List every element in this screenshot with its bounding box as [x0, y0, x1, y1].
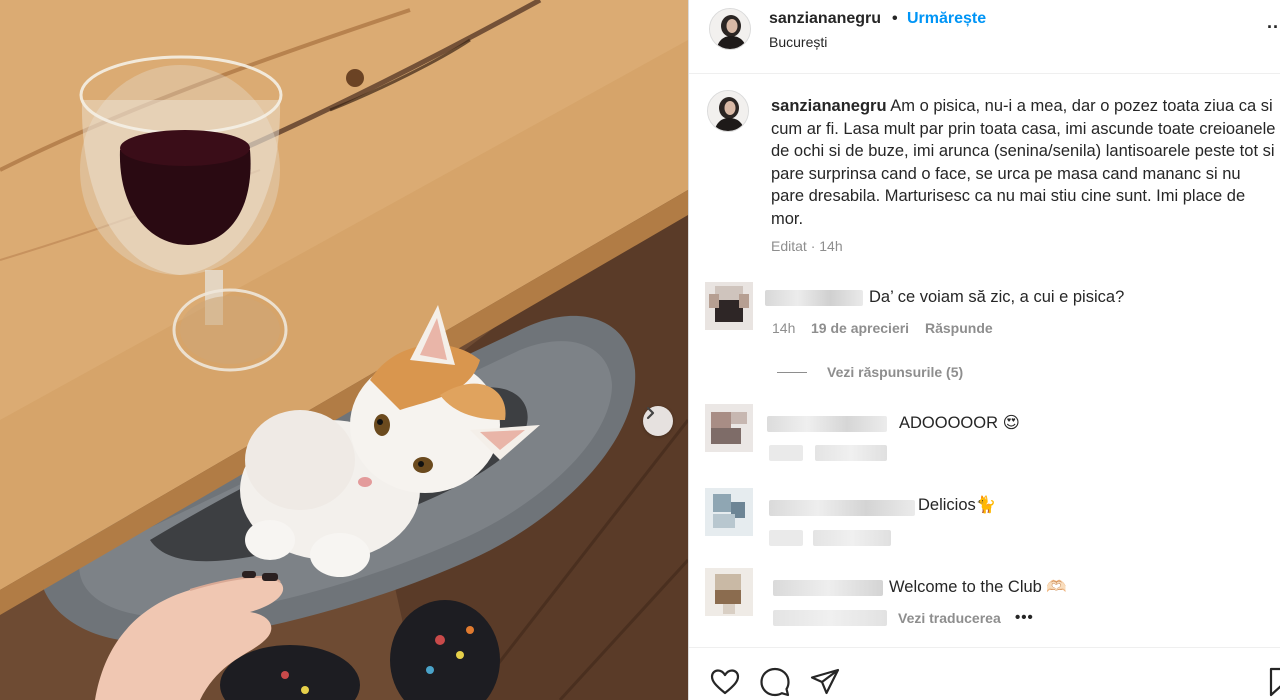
- avatar-photo: [708, 91, 748, 131]
- post-location[interactable]: București: [769, 34, 827, 50]
- blurred-commenter-avatar[interactable]: [705, 282, 753, 330]
- comment-icon[interactable]: [759, 666, 791, 698]
- carousel-next-button[interactable]: [643, 406, 673, 436]
- send-icon[interactable]: [809, 666, 841, 698]
- blurred-username: [767, 416, 887, 432]
- chevron-right-icon: [646, 406, 655, 420]
- blurred-time: [769, 530, 803, 546]
- header-separator: •: [892, 10, 898, 27]
- more-options-button[interactable]: ...: [1267, 12, 1280, 33]
- blurred-username: [765, 290, 863, 306]
- caption-meta: Editat · 14h: [771, 238, 843, 254]
- heart-icon[interactable]: [709, 666, 741, 698]
- blurred-commenter-avatar[interactable]: [705, 404, 753, 452]
- cat-photo-illustration: [0, 0, 688, 700]
- comment-text: Delicios🐈: [918, 496, 997, 514]
- action-bar: [689, 647, 1280, 700]
- blurred-reply: [815, 445, 887, 461]
- blurred-time: [773, 610, 887, 626]
- post-photo: [0, 0, 688, 700]
- author-avatar[interactable]: [709, 8, 751, 50]
- avatar-photo: [710, 9, 750, 49]
- comment-likes[interactable]: 19 de aprecieri: [811, 320, 909, 336]
- edited-label: Editat: [771, 238, 807, 254]
- blurred-commenter-avatar[interactable]: [705, 488, 753, 536]
- caption-avatar[interactable]: [707, 90, 749, 132]
- blurred-commenter-avatar[interactable]: [705, 568, 753, 616]
- blurred-username: [769, 500, 915, 516]
- caption-username[interactable]: sanziananegru: [771, 97, 887, 115]
- comment-text: ADOOOOOR 😍: [899, 414, 1020, 432]
- comment-options-button[interactable]: •••: [1015, 609, 1034, 626]
- post-side-panel: sanziananegru • Urmărește București ... …: [688, 0, 1280, 700]
- meta-dot: ·: [810, 238, 816, 254]
- follow-button[interactable]: Urmărește: [907, 10, 986, 28]
- blurred-reply: [813, 530, 891, 546]
- comment-text: Welcome to the Club 🫶🏻: [889, 578, 1067, 596]
- translate-button[interactable]: Vezi traducerea: [898, 610, 1001, 626]
- blurred-time: [769, 445, 803, 461]
- caption-time: 14h: [819, 238, 843, 254]
- replies-divider: [777, 372, 807, 373]
- reply-button[interactable]: Răspunde: [925, 320, 993, 336]
- view-replies-button[interactable]: Vezi răspunsurile (5): [827, 364, 963, 380]
- post-header: sanziananegru • Urmărește București ...: [689, 0, 1280, 74]
- author-username[interactable]: sanziananegru: [769, 10, 881, 28]
- caption-text: Am o pisica, nu-i a mea, dar o pozez toa…: [771, 97, 1276, 228]
- post-caption: sanziananegru Am o pisica, nu-i a mea, d…: [771, 95, 1276, 230]
- comment-time: 14h: [772, 320, 796, 336]
- blurred-username: [773, 580, 883, 596]
- comment-text: Da’ ce voiam să zic, a cui e pisica?: [869, 288, 1125, 306]
- bookmark-icon[interactable]: [1265, 666, 1280, 698]
